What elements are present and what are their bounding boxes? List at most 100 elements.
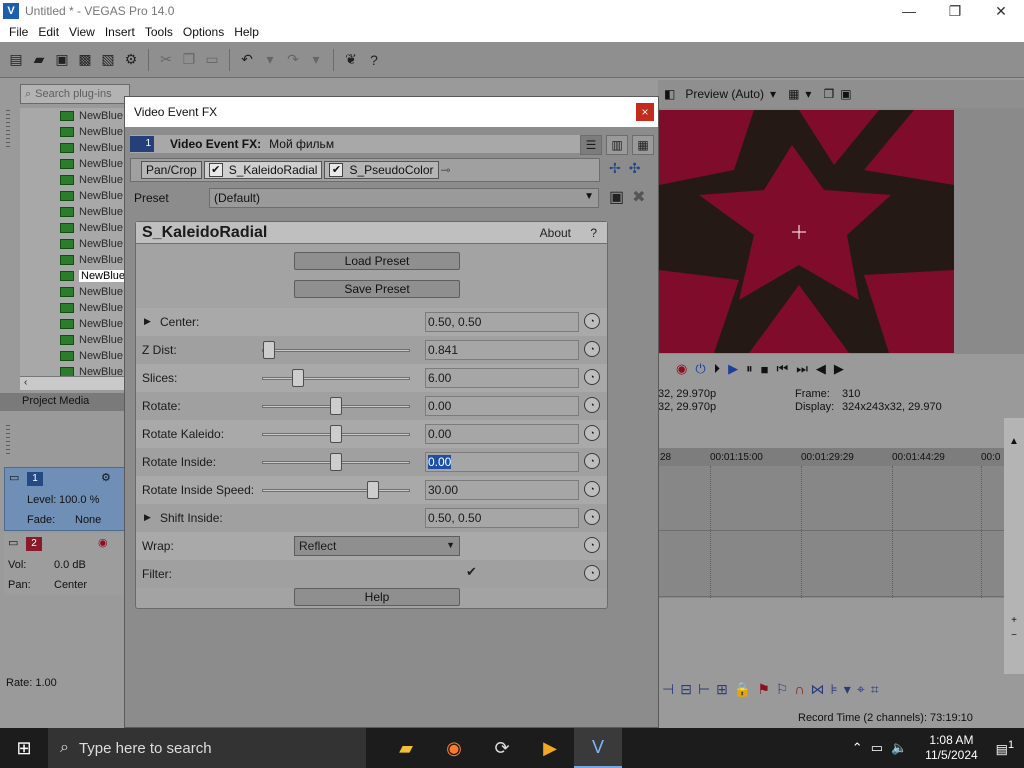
slider-thumb[interactable]: [330, 453, 342, 471]
go-to-start-icon[interactable]: ⏮: [777, 361, 789, 377]
scroll-up-icon[interactable]: ▲: [1004, 436, 1024, 447]
plugin-tree-item[interactable]: NewBlue: [20, 156, 130, 172]
envelope-tool-icon[interactable]: ⌗: [871, 681, 879, 698]
plugin-tree-item[interactable]: NewBlue: [20, 124, 130, 140]
preview-split-icon[interactable]: ◧: [664, 87, 675, 101]
overlays-icon[interactable]: ▦: [788, 87, 799, 101]
fade-value[interactable]: None: [75, 514, 101, 526]
save-as-icon[interactable]: ▩: [75, 49, 95, 71]
open-icon[interactable]: ▰: [29, 49, 49, 71]
animate-keyframe-icon[interactable]: ◔: [584, 341, 600, 357]
new-icon[interactable]: ▤: [6, 49, 26, 71]
plugin-tree-item[interactable]: NewBlue: [20, 316, 130, 332]
save-snapshot-icon[interactable]: ▣: [840, 87, 851, 101]
preview-quality-dropdown[interactable]: Preview (Auto): [685, 87, 764, 101]
expand-icon[interactable]: ▶: [144, 316, 151, 327]
param-value-field[interactable]: 30.00: [425, 480, 579, 500]
filter-checkbox[interactable]: ✔: [466, 565, 480, 580]
timeline-ruler[interactable]: 28 00:01:15:00 00:01:29:29 00:01:44:29 0…: [658, 448, 1004, 466]
preset-dropdown[interactable]: (Default) ▼: [209, 188, 599, 208]
about-button[interactable]: About: [540, 226, 571, 240]
slider-thumb[interactable]: [367, 481, 379, 499]
param-value-field[interactable]: 0.00: [425, 452, 579, 472]
clock[interactable]: 1:08 AM 11/5/2024: [925, 733, 978, 763]
plugin-tree-item[interactable]: NewBlue: [20, 252, 130, 268]
param-value-field[interactable]: 0.841: [425, 340, 579, 360]
vegas-taskbar-icon[interactable]: V: [574, 728, 622, 768]
media-app-icon[interactable]: ▶: [526, 728, 574, 768]
param-value-field[interactable]: 0.50, 0.50: [425, 312, 579, 332]
copy-snapshot-icon[interactable]: ❐: [823, 87, 834, 101]
chevron-down-icon[interactable]: ▾: [770, 87, 776, 101]
dialog-title-bar[interactable]: Video Event FX ×: [125, 97, 658, 127]
delete-preset-icon[interactable]: ✖: [632, 187, 645, 207]
zoom-in-icon[interactable]: +: [1004, 615, 1024, 626]
chain-item-pseudocolor[interactable]: ✔ S_PseudoColor: [324, 161, 439, 179]
prev-frame-icon[interactable]: ◀: [816, 361, 826, 377]
fx-icon[interactable]: ⚙: [101, 471, 111, 484]
animate-keyframe-icon[interactable]: ◔: [584, 397, 600, 413]
enable-checkbox[interactable]: ✔: [208, 163, 223, 177]
plugin-tree-item[interactable]: NewBlue: [20, 140, 130, 156]
select-tool-icon[interactable]: ⌖: [857, 681, 865, 698]
auto-crossfade-icon[interactable]: ⋈: [811, 681, 825, 698]
properties-icon[interactable]: ⚙: [121, 49, 141, 71]
help-button[interactable]: Help: [294, 588, 460, 606]
collapse-icon[interactable]: ▭: [9, 471, 19, 484]
panel-grip[interactable]: [6, 110, 10, 150]
move-plugin-icon[interactable]: ✢: [609, 160, 621, 177]
horizontal-scrollbar[interactable]: ‹: [20, 376, 130, 390]
slider-thumb[interactable]: [291, 369, 304, 387]
lock-icon[interactable]: 🔒: [734, 681, 751, 698]
menu-edit[interactable]: Edit: [33, 25, 64, 39]
firefox-icon[interactable]: ◉: [430, 728, 478, 768]
enable-checkbox[interactable]: ✔: [329, 163, 344, 177]
save-preset-icon[interactable]: ▣: [609, 187, 624, 207]
plugin-tree-item[interactable]: NewBlue: [20, 348, 130, 364]
grid-view-icon[interactable]: ▦: [632, 135, 654, 155]
marker-icon[interactable]: ⚑: [757, 681, 770, 698]
animate-keyframe-icon[interactable]: ◔: [584, 453, 600, 469]
save-preset-button[interactable]: Save Preset: [294, 280, 460, 298]
plugin-search-input[interactable]: ⌕ Search plug-ins: [20, 84, 130, 104]
menu-view[interactable]: View: [64, 25, 100, 39]
chain-item-pan-crop[interactable]: Pan/Crop: [141, 161, 202, 179]
play-from-start-icon[interactable]: ⏵: [714, 361, 721, 377]
animate-keyframe-icon[interactable]: ◔: [584, 425, 600, 441]
slider-track[interactable]: [262, 377, 410, 380]
details-view-icon[interactable]: ▥: [606, 135, 628, 155]
slider-thumb[interactable]: [330, 425, 342, 443]
plugin-tree-item[interactable]: NewBlue: [20, 236, 130, 252]
chevron-down-icon[interactable]: ▾: [844, 681, 851, 698]
taskbar-search[interactable]: ⌕ Type here to search: [48, 728, 366, 768]
trim-icon[interactable]: ⊟: [680, 681, 692, 698]
file-explorer-icon[interactable]: ▰: [382, 728, 430, 768]
network-icon[interactable]: ▭: [871, 740, 883, 756]
animate-keyframe-icon[interactable]: ◔: [584, 565, 600, 581]
ripple-edit-icon[interactable]: ⊧: [831, 681, 838, 698]
slider-thumb[interactable]: [263, 341, 276, 359]
collapse-icon[interactable]: ▭: [8, 536, 18, 549]
animate-keyframe-icon[interactable]: ◔: [584, 313, 600, 329]
minimize-button[interactable]: —: [886, 0, 932, 22]
record-arm-icon[interactable]: ◉: [98, 536, 108, 549]
plugin-tree-item[interactable]: NewBlue: [20, 284, 130, 300]
param-value-field[interactable]: 0.00: [425, 424, 579, 444]
plugin-tree-item[interactable]: NewBlue: [20, 204, 130, 220]
close-button[interactable]: ✕: [978, 0, 1024, 22]
go-to-end-icon[interactable]: ⏭: [796, 361, 808, 377]
region-icon[interactable]: ⚐: [776, 681, 789, 698]
plugin-tree-item[interactable]: NewBlue: [20, 268, 130, 284]
plugin-tree-item[interactable]: NewBlue: [20, 220, 130, 236]
chevron-down-icon[interactable]: ▾: [805, 87, 811, 101]
slider-track[interactable]: [262, 489, 410, 492]
vertical-scrollbar[interactable]: ▲ + −: [1004, 418, 1024, 674]
list-view-icon[interactable]: ☰: [580, 135, 602, 155]
fx-icon[interactable]: ❦: [341, 49, 361, 71]
chevron-up-icon[interactable]: ⌃: [852, 740, 863, 756]
menu-file[interactable]: File: [4, 25, 33, 39]
plugin-tree-item[interactable]: NewBlue: [20, 108, 130, 124]
menu-tools[interactable]: Tools: [140, 25, 178, 39]
remove-plugin-icon[interactable]: ✣: [629, 160, 641, 177]
timeline-tracks-area[interactable]: [658, 466, 1004, 598]
